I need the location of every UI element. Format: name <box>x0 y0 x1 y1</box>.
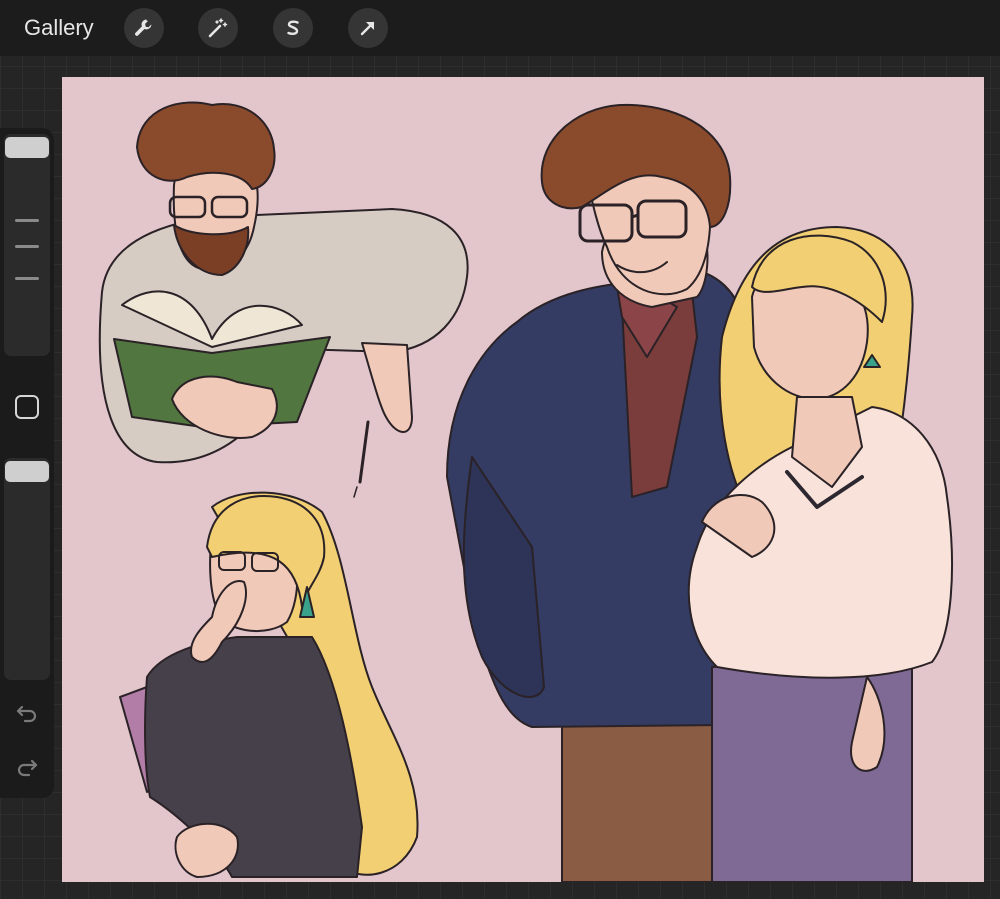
bearded-man-figure <box>98 101 469 498</box>
redo-icon[interactable] <box>13 752 41 780</box>
artwork-sketches <box>98 101 953 882</box>
selection-button[interactable] <box>273 8 313 48</box>
arrow-cursor-icon <box>360 21 375 36</box>
modify-button[interactable] <box>15 395 39 419</box>
opacity-handle[interactable] <box>5 461 49 482</box>
undo-icon[interactable] <box>13 698 41 726</box>
drawing-canvas[interactable] <box>62 77 984 882</box>
magic-wand-icon <box>208 18 228 38</box>
slider-tick <box>15 219 39 222</box>
brush-size-handle[interactable] <box>5 137 49 158</box>
transform-button[interactable] <box>348 8 388 48</box>
opacity-slider[interactable] <box>4 458 50 680</box>
gallery-button[interactable]: Gallery <box>24 14 94 42</box>
selection-s-icon <box>287 20 299 36</box>
adjustments-button[interactable] <box>198 8 238 48</box>
actions-button[interactable] <box>124 8 164 48</box>
blonde-woman-crossed-arms-figure <box>687 226 953 882</box>
slider-tick <box>15 277 39 280</box>
slider-tick <box>15 245 39 248</box>
procreate-app: Gallery <box>0 0 1000 899</box>
blonde-glasses-woman-figure <box>119 491 419 878</box>
left-sidebar <box>0 128 54 798</box>
top-toolbar: Gallery <box>0 0 1000 56</box>
wrench-icon <box>135 19 152 36</box>
